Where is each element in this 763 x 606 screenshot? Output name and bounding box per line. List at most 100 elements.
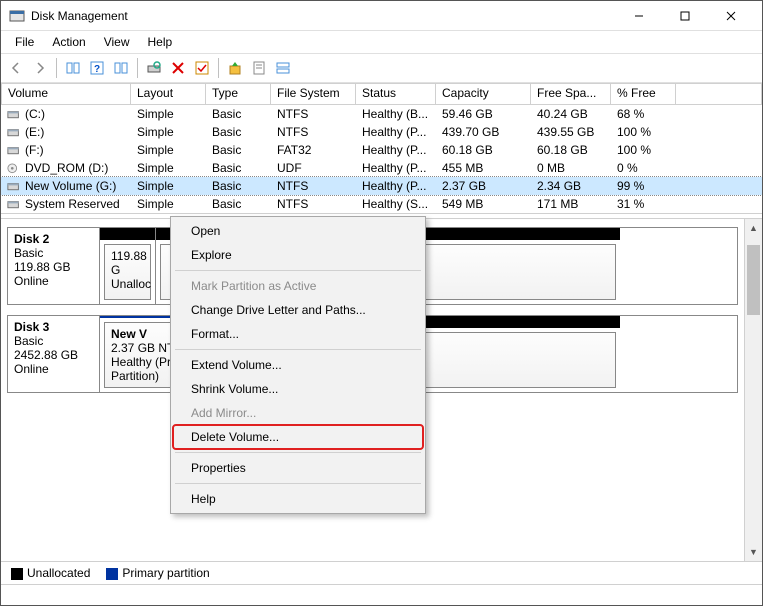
menu-separator	[175, 452, 421, 453]
col-freespace[interactable]: Free Spa...	[531, 83, 611, 105]
partition-body: 119.88 GUnalloc	[104, 244, 151, 300]
drive-icon	[7, 181, 21, 192]
cell-capacity: 60.18 GB	[436, 142, 531, 158]
volume-name: (C:)	[25, 107, 45, 121]
legend: Unallocated Primary partition	[1, 561, 762, 585]
cell-free: 60.18 GB	[531, 142, 611, 158]
titlebar: Disk Management	[1, 1, 762, 31]
delete-button[interactable]	[167, 57, 189, 79]
col-pctfree[interactable]: % Free	[611, 83, 676, 105]
menu-file[interactable]: File	[7, 33, 42, 51]
col-volume[interactable]: Volume	[1, 83, 131, 105]
menu-extend[interactable]: Extend Volume...	[173, 353, 423, 377]
volume-row[interactable]: (C:)SimpleBasicNTFSHealthy (B...59.46 GB…	[1, 105, 762, 123]
cell-free: 439.55 GB	[531, 124, 611, 140]
maximize-button[interactable]	[662, 1, 708, 31]
disk-status: Online	[14, 274, 93, 288]
svg-text:?: ?	[94, 64, 100, 75]
menu-change-letter[interactable]: Change Drive Letter and Paths...	[173, 298, 423, 322]
legend-primary: Primary partition	[106, 566, 209, 580]
col-type[interactable]: Type	[206, 83, 271, 105]
volume-name: (F:)	[25, 143, 44, 157]
cell-free: 171 MB	[531, 196, 611, 212]
cell-layout: Simple	[131, 160, 206, 176]
forward-button[interactable]	[29, 57, 51, 79]
settings-button[interactable]	[110, 57, 132, 79]
cell-pct: 0 %	[611, 160, 676, 176]
menu-view[interactable]: View	[96, 33, 138, 51]
toolbar-separator	[137, 58, 138, 78]
cell-capacity: 59.46 GB	[436, 106, 531, 122]
menu-shrink[interactable]: Shrink Volume...	[173, 377, 423, 401]
volume-name: New Volume (G:)	[25, 179, 116, 193]
disk-label[interactable]: Disk 3Basic2452.88 GBOnline	[8, 316, 100, 392]
volume-row[interactable]: New Volume (G:)SimpleBasicNTFSHealthy (P…	[1, 177, 762, 195]
up-button[interactable]	[224, 57, 246, 79]
col-filesystem[interactable]: File System	[271, 83, 356, 105]
cell-fs: NTFS	[271, 178, 356, 194]
cell-type: Basic	[206, 106, 271, 122]
close-button[interactable]	[708, 1, 754, 31]
partition[interactable]: 119.88 GUnalloc	[100, 228, 156, 304]
disk-label[interactable]: Disk 2Basic119.88 GBOnline	[8, 228, 100, 304]
cell-fs: NTFS	[271, 124, 356, 140]
disk-status: Online	[14, 362, 93, 376]
check-button[interactable]	[191, 57, 213, 79]
menu-help[interactable]: Help	[140, 33, 181, 51]
col-layout[interactable]: Layout	[131, 83, 206, 105]
vertical-scrollbar[interactable]: ▲ ▼	[744, 219, 762, 561]
minimize-button[interactable]	[616, 1, 662, 31]
cell-fs: UDF	[271, 160, 356, 176]
menu-help[interactable]: Help	[173, 487, 423, 511]
volume-name: (E:)	[25, 125, 44, 139]
properties-button[interactable]	[248, 57, 270, 79]
legend-unallocated: Unallocated	[11, 566, 90, 580]
help-button[interactable]: ?	[86, 57, 108, 79]
swatch-blue	[106, 568, 118, 580]
cell-status: Healthy (S...	[356, 196, 436, 212]
menu-separator	[175, 270, 421, 271]
menu-add-mirror: Add Mirror...	[173, 401, 423, 425]
scroll-down-arrow[interactable]: ▼	[745, 543, 762, 561]
cell-fs: FAT32	[271, 142, 356, 158]
volume-row[interactable]: System ReservedSimpleBasicNTFSHealthy (S…	[1, 195, 762, 213]
volume-name: DVD_ROM (D:)	[25, 161, 108, 175]
cell-type: Basic	[206, 160, 271, 176]
disk-type: Basic	[14, 334, 93, 348]
menu-format[interactable]: Format...	[173, 322, 423, 346]
toolbar-separator	[56, 58, 57, 78]
list-button[interactable]	[272, 57, 294, 79]
menu-mark-active: Mark Partition as Active	[173, 274, 423, 298]
cell-status: Healthy (P...	[356, 178, 436, 194]
scroll-up-arrow[interactable]: ▲	[745, 219, 762, 237]
volume-row[interactable]: DVD_ROM (D:)SimpleBasicUDFHealthy (P...4…	[1, 159, 762, 177]
scroll-thumb[interactable]	[747, 245, 760, 315]
col-capacity[interactable]: Capacity	[436, 83, 531, 105]
menu-action[interactable]: Action	[44, 33, 93, 51]
volume-row[interactable]: (F:)SimpleBasicFAT32Healthy (P...60.18 G…	[1, 141, 762, 159]
cell-pct: 100 %	[611, 142, 676, 158]
back-button[interactable]	[5, 57, 27, 79]
cell-type: Basic	[206, 124, 271, 140]
refresh-button[interactable]	[143, 57, 165, 79]
drive-icon	[7, 199, 21, 210]
disk-size: 2452.88 GB	[14, 348, 93, 362]
cell-layout: Simple	[131, 178, 206, 194]
cell-pct: 68 %	[611, 106, 676, 122]
menu-properties[interactable]: Properties	[173, 456, 423, 480]
cell-free: 0 MB	[531, 160, 611, 176]
show-hide-button[interactable]	[62, 57, 84, 79]
menu-open[interactable]: Open	[173, 219, 423, 243]
cell-layout: Simple	[131, 142, 206, 158]
volume-row[interactable]: (E:)SimpleBasicNTFSHealthy (P...439.70 G…	[1, 123, 762, 141]
col-status[interactable]: Status	[356, 83, 436, 105]
cell-pct: 100 %	[611, 124, 676, 140]
cell-capacity: 439.70 GB	[436, 124, 531, 140]
app-icon	[9, 8, 25, 24]
window-title: Disk Management	[31, 9, 616, 23]
cell-fs: NTFS	[271, 196, 356, 212]
menu-delete-volume[interactable]: Delete Volume...	[173, 425, 423, 449]
partition-line1: 119.88 G	[111, 249, 144, 277]
menu-explore[interactable]: Explore	[173, 243, 423, 267]
cell-free: 2.34 GB	[531, 178, 611, 194]
